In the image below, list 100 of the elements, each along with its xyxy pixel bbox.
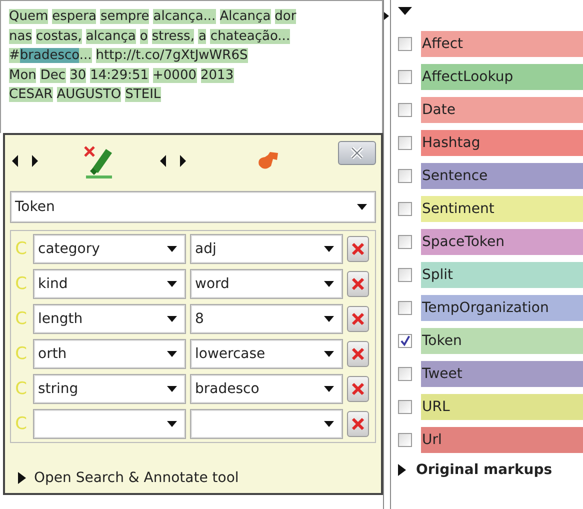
type-checkbox[interactable] [398,102,412,116]
caret-icon [167,421,177,427]
annotated-token[interactable]: o [140,28,148,44]
annotation-type-label[interactable]: Sentiment [421,196,583,222]
type-checkbox[interactable] [398,268,412,282]
constraint-marker: C [14,274,28,294]
annotated-token[interactable]: stress, [152,28,194,44]
caret-icon [167,351,177,357]
delete-feature-button[interactable] [347,236,369,262]
feature-value-dropdown[interactable]: 8 [190,304,343,334]
splitter-arrow-icon[interactable] [384,12,389,20]
constraint-marker: C [14,239,28,259]
annotation-type-label[interactable]: TempOrganization [421,294,583,320]
annotated-token[interactable]: a [198,28,206,44]
annotated-token[interactable]: CESAR [9,87,53,102]
feature-name-dropdown[interactable]: length [33,304,186,334]
type-checkbox[interactable] [398,300,412,314]
annotated-token[interactable]: espera [52,9,96,24]
feature-name-dropdown[interactable]: string [33,374,186,404]
feature-value-dropdown[interactable]: lowercase [190,339,343,369]
type-checkbox[interactable] [398,168,412,182]
type-checkbox[interactable] [398,234,412,248]
feature-value-dropdown[interactable]: adj [190,234,343,264]
feature-name-dropdown[interactable]: kind [33,269,186,299]
annotated-token[interactable]: costas, [36,28,82,44]
caret-icon [167,316,177,322]
annotated-token[interactable]: Quem [9,9,48,24]
close-button[interactable] [338,141,376,165]
annotated-token[interactable]: alcança [86,28,136,44]
previous-next-arrows-icon[interactable] [160,154,186,168]
caret-icon [324,246,334,252]
type-checkbox[interactable] [398,70,412,84]
expand-triangle-icon[interactable] [398,464,406,476]
annotated-token[interactable]: Dec [40,68,66,82]
caret-icon [324,281,334,287]
feature-name-dropdown[interactable]: category [33,234,186,264]
previous-next-arrows-icon[interactable] [12,154,38,168]
annotation-type-label[interactable]: Tweet [421,360,583,386]
type-checkbox[interactable] [398,36,412,50]
annotation-type-dropdown[interactable]: Token [10,191,376,223]
caret-icon [324,351,334,357]
original-markups-label[interactable]: Original markups [416,462,552,478]
annotated-token[interactable]: 14:29:51 [90,68,149,82]
annotated-token[interactable]: +0000 [152,68,196,82]
collapse-triangle-icon[interactable] [398,7,412,15]
annotated-token[interactable]: AUGUSTO [56,87,122,102]
document-text-area[interactable]: Quem espera sempre alcança... Alcança dor nas costas, alcança o stress, a chateação... #bradesco... http://t.co/7gXtJwWR6S Mon Dec 30 14:29:51 +0000 2013 CESAR AUGUSTO STEIL [0,0,383,133]
annotation-type-label[interactable]: Token [421,328,583,354]
annotated-token[interactable]: STEIL [125,87,161,102]
feature-name-dropdown[interactable] [33,409,186,439]
delete-feature-button[interactable] [347,411,369,437]
feature-name-dropdown[interactable]: orth [33,339,186,369]
caret-icon [324,316,334,322]
close-icon [350,147,364,159]
type-checkbox[interactable] [398,432,412,446]
caret-icon [357,204,367,210]
feature-value-dropdown[interactable]: word [190,269,343,299]
caret-icon [167,281,177,287]
annotated-token[interactable]: Alcança [220,9,271,24]
delete-icon [351,277,365,291]
annotation-type-label[interactable]: Date [421,96,583,122]
constraint-marker: C [14,309,28,329]
type-checkbox[interactable] [398,334,412,348]
annotated-token[interactable]: bradesco [20,48,80,63]
type-checkbox[interactable] [398,202,412,216]
annotated-token[interactable]: # [9,48,20,63]
expand-triangle-icon[interactable] [18,472,26,484]
delete-feature-button[interactable] [347,271,369,297]
annotation-type-label[interactable]: AffectLookup [421,64,583,90]
delete-icon [351,312,365,326]
annotated-token[interactable]: 2013 [200,68,234,82]
caret-icon [324,421,334,427]
annotated-token[interactable]: 30 [70,68,86,82]
annotated-token[interactable]: chateação... [210,28,290,44]
delete-icon [351,382,365,396]
delete-icon [351,347,365,361]
annotated-token[interactable]: sempre [100,9,150,24]
annotation-type-label[interactable]: Affect [421,30,583,56]
annotation-type-label[interactable]: Split [421,262,583,288]
annotated-token[interactable]: Mon [9,68,36,82]
type-checkbox[interactable] [398,400,412,414]
feature-value-dropdown[interactable]: bradesco [190,374,343,404]
annotated-token[interactable]: http://t.co/7gXtJwWR6S [96,48,248,63]
annotated-token[interactable]: nas [9,28,32,44]
search-tool-link[interactable]: Open Search & Annotate tool [34,470,239,486]
annotated-token[interactable]: ... [79,48,92,63]
feature-value-dropdown[interactable] [190,409,343,439]
annotation-type-label[interactable]: Url [421,426,583,452]
delete-feature-button[interactable] [347,376,369,402]
annotation-type-label[interactable]: Sentence [421,162,583,188]
delete-feature-button[interactable] [347,306,369,332]
delete-feature-button[interactable] [347,341,369,367]
type-checkbox[interactable] [398,366,412,380]
annotated-token[interactable]: dor [274,9,296,24]
annotation-type-label[interactable]: SpaceToken [421,228,583,254]
annotation-type-label[interactable]: Hashtag [421,130,583,156]
annotation-type-label[interactable]: URL [421,394,583,420]
check-icon [399,334,411,346]
type-checkbox[interactable] [398,136,412,150]
annotated-token[interactable]: alcança... [153,9,216,24]
